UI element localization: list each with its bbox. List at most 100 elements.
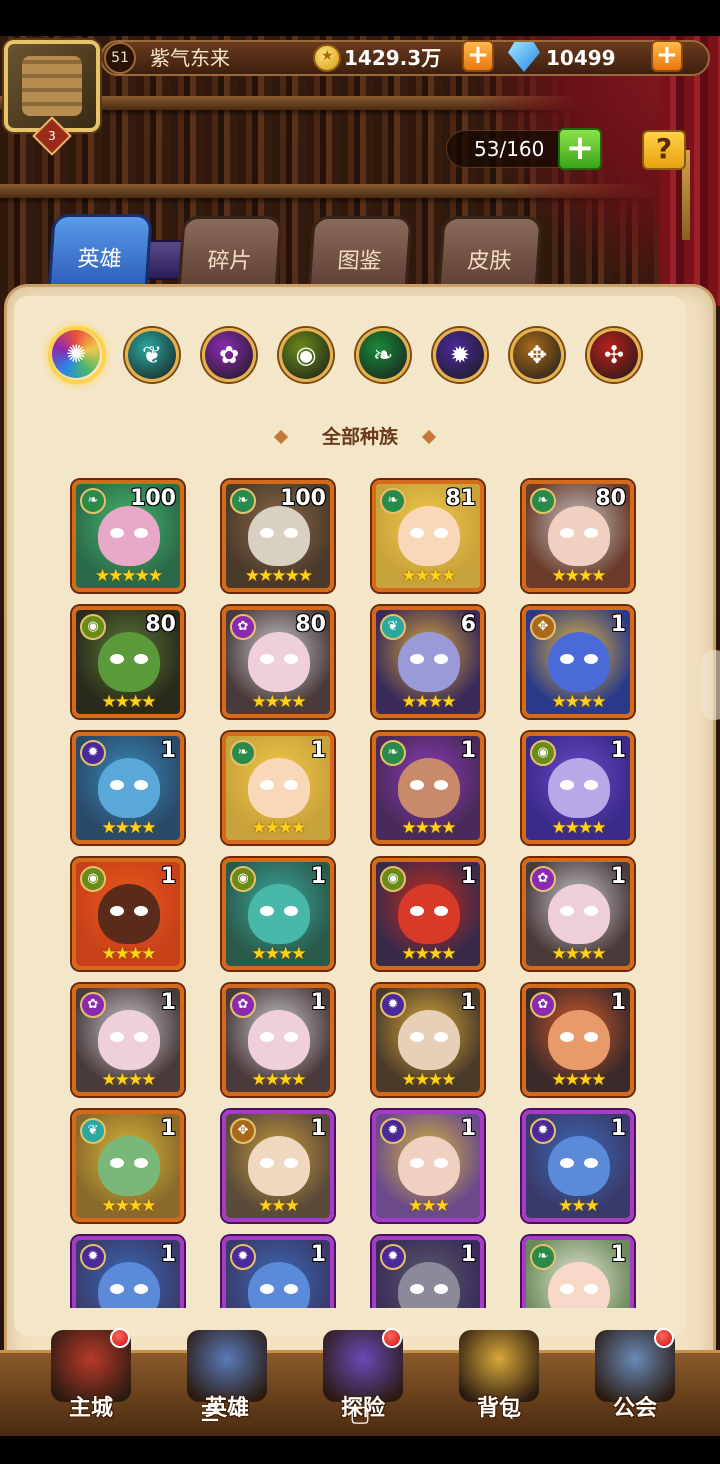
expand-capacity-button[interactable]: + <box>558 128 602 170</box>
hero-face <box>548 506 610 566</box>
hero-card[interactable]: ✿ 1 ★★★★ <box>72 984 184 1096</box>
hero-stars: ★★★★ <box>401 566 457 586</box>
hero-card[interactable]: ❦ 6 ★★★★ <box>372 606 484 718</box>
hero-card[interactable]: ✿ 1 ★★★★ <box>522 984 634 1096</box>
hero-card[interactable]: ◉ 1 ★★★★ <box>72 858 184 970</box>
hero-card[interactable]: ✹ 1 ★★★★ <box>72 732 184 844</box>
tab-skins[interactable]: 皮肤 <box>437 216 543 292</box>
race-filter-abyss[interactable]: ✿ <box>202 328 256 382</box>
race-green-icon: ❧ <box>230 740 256 766</box>
hero-level: 80 <box>295 612 326 637</box>
hero-card[interactable]: ◉ 1 ★★★★ <box>522 732 634 844</box>
hero-eye <box>560 906 574 916</box>
hero-level: 1 <box>460 1242 476 1267</box>
race-filter-fortress[interactable]: ❦ <box>125 328 179 382</box>
hero-card[interactable]: ✹1★★★ <box>72 1236 184 1308</box>
help-button[interactable]: ? <box>642 130 686 170</box>
hero-card[interactable]: ✿ 1 ★★★★ <box>522 858 634 970</box>
hero-card[interactable]: ❧ 81 ★★★★ <box>372 480 484 592</box>
hero-eye <box>584 780 598 790</box>
hero-card[interactable]: ✿ 80 ★★★★ <box>222 606 334 718</box>
back-icon[interactable]: ‹ <box>490 1402 530 1427</box>
race-filter-dark[interactable]: ✹ <box>433 328 487 382</box>
tab-codex[interactable]: 图鉴 <box>307 216 413 292</box>
hero-face <box>548 758 610 818</box>
hero-card[interactable]: ✹1★★★ <box>372 1236 484 1308</box>
hero-card[interactable]: ◉ 80 ★★★★ <box>72 606 184 718</box>
race-green-icon: ❧ <box>230 488 256 514</box>
hero-card[interactable]: ❧ 100 ★★★★★ <box>222 480 334 592</box>
nav-guild[interactable]: 公会 <box>580 1322 690 1432</box>
hero-level: 1 <box>460 1116 476 1141</box>
add-diamond-button[interactable]: + <box>651 40 683 72</box>
hero-card[interactable]: ❧ 100 ★★★★★ <box>72 480 184 592</box>
tab-heroes[interactable]: 英雄 <box>47 214 153 294</box>
race-green-icon: ❧ <box>530 488 556 514</box>
hero-eye <box>110 528 124 538</box>
hero-eye <box>260 780 274 790</box>
hero-face <box>548 1010 610 1070</box>
home-icon[interactable]: ▢ <box>340 1402 380 1427</box>
hero-eye <box>260 1284 274 1294</box>
hero-card[interactable]: ❧ 1 ★★★★ <box>372 732 484 844</box>
hero-face <box>98 632 160 692</box>
hero-card[interactable]: ◉ 1 ★★★★ <box>222 858 334 970</box>
hero-face <box>398 884 460 944</box>
hero-eye <box>110 1284 124 1294</box>
hero-eye <box>134 1032 148 1042</box>
race-dark-icon: ✹ <box>80 1244 106 1270</box>
hero-face <box>248 506 310 566</box>
hero-card[interactable]: ✥ 1 ★★★★ <box>522 606 634 718</box>
hero-grid[interactable]: ❧ 100 ★★★★★ ❧ 100 ★★★★★ ❧ 81 ★★★★ ❧ 80 ★★★★ ◉ 80 ★★★★ ✿… <box>30 470 680 1308</box>
hero-card[interactable]: ❧1★★★ <box>522 1236 634 1308</box>
hero-eye <box>260 1032 274 1042</box>
hero-stars: ★★★ <box>558 1196 600 1216</box>
hero-card[interactable]: ❧ 80 ★★★★ <box>522 480 634 592</box>
nav-castle[interactable]: 主城 <box>36 1322 146 1432</box>
light-icon: ✥ <box>513 331 561 379</box>
race-filter-all-races[interactable]: ✺ <box>48 326 106 384</box>
hero-stars: ★★★★ <box>401 692 457 712</box>
add-gold-button[interactable]: + <box>462 40 494 72</box>
hero-card[interactable]: ❦ 1 ★★★★ <box>72 1110 184 1222</box>
hero-card[interactable]: ◉ 1 ★★★★ <box>372 858 484 970</box>
hero-card[interactable]: ❧ 1 ★★★★ <box>222 732 334 844</box>
race-purple-icon: ✿ <box>530 866 556 892</box>
diamond-amount: 10499 <box>546 46 616 70</box>
race-filter-light[interactable]: ✥ <box>510 328 564 382</box>
hero-stars: ★★★★ <box>101 692 157 712</box>
hero-eye <box>410 654 424 664</box>
hero-level: 1 <box>310 1242 326 1267</box>
hero-card[interactable]: ✹1★★★ <box>222 1236 334 1308</box>
hero-card[interactable]: ✿ 1 ★★★★ <box>222 984 334 1096</box>
side-drawer-handle[interactable] <box>700 650 720 720</box>
abyss-icon: ✿ <box>205 331 253 379</box>
hero-level: 1 <box>310 990 326 1015</box>
hero-face <box>398 632 460 692</box>
hero-eye <box>410 906 424 916</box>
hero-card[interactable]: ✹1★★★ <box>372 1110 484 1222</box>
hero-face <box>548 1136 610 1196</box>
hero-card[interactable]: ✹ 1 ★★★★ <box>372 984 484 1096</box>
player-level: 51 <box>104 42 136 74</box>
hero-level: 1 <box>610 864 626 889</box>
hero-card[interactable]: ✥ 1 ★★★ <box>222 1110 334 1222</box>
race-teal-icon: ❦ <box>80 1118 106 1144</box>
hero-eye <box>284 906 298 916</box>
hero-stars: ★★★★ <box>401 1070 457 1090</box>
race-filter-forest[interactable]: ◉ <box>279 328 333 382</box>
menu-icon[interactable]: ☰ <box>190 1402 230 1427</box>
race-dark-icon: ✹ <box>380 992 406 1018</box>
hero-eye <box>284 780 298 790</box>
hero-eye <box>110 1032 124 1042</box>
avatar-image <box>22 56 82 116</box>
tab-fragments[interactable]: 碎片 <box>177 216 283 292</box>
nav-label: 公会 <box>612 1396 657 1421</box>
race-filter-shadow[interactable]: ❧ <box>356 328 410 382</box>
hero-level: 1 <box>460 864 476 889</box>
hero-stars: ★★★★ <box>251 1070 307 1090</box>
hero-card[interactable]: ✹1★★★ <box>522 1110 634 1222</box>
race-filter-hell[interactable]: ✣ <box>587 328 641 382</box>
hero-eye <box>560 1032 574 1042</box>
race-teal-icon: ❦ <box>380 614 406 640</box>
